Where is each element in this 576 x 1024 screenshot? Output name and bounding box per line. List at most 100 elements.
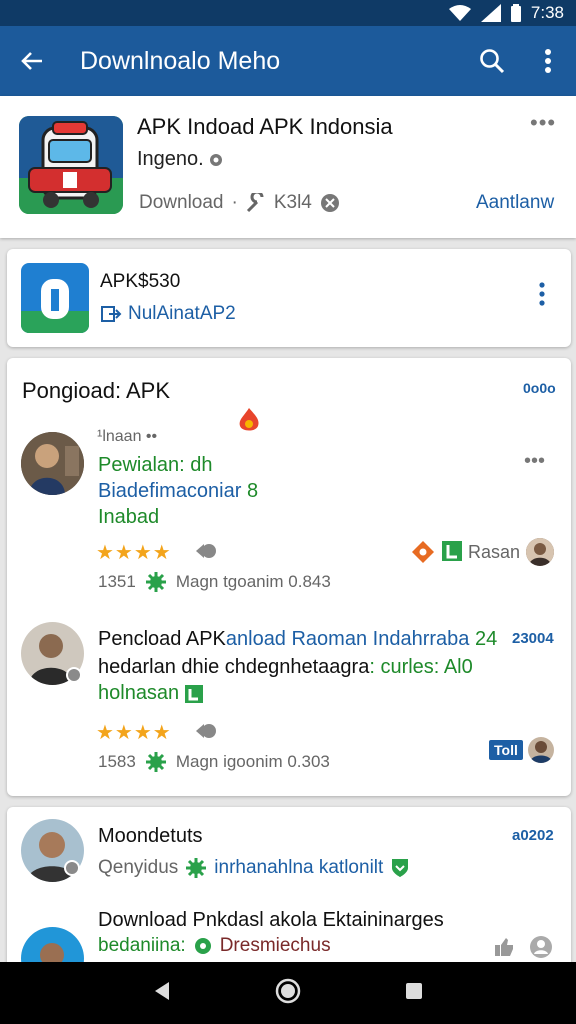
gear-green-icon xyxy=(186,858,207,878)
review2-badge[interactable]: Toll xyxy=(489,740,523,760)
nav-back-button[interactable] xyxy=(152,981,172,1006)
search-icon xyxy=(480,49,505,74)
review2-line-3: holnasan xyxy=(98,682,204,705)
app-bar: Downlnoalo Meho xyxy=(0,26,576,96)
list-item-sub-blue[interactable]: inrhanahlna katlonilt xyxy=(214,857,383,879)
download-label: Download xyxy=(139,192,224,213)
nav-back-icon xyxy=(154,981,169,1000)
app-subtitle: Ingeno. xyxy=(137,148,223,171)
review2-corner: 23004 xyxy=(512,630,554,647)
review-item[interactable]: ¹lnaan •• Pewialan: dh Biadefimaconiar 8… xyxy=(7,424,571,604)
review-author: ¹lnaan •• xyxy=(97,428,158,445)
app-subtitle-text: Ingeno. xyxy=(137,148,210,170)
list-item-sub-green: bedaniina: xyxy=(98,935,186,956)
list-item-sub-gray: Qenyidus xyxy=(98,857,179,878)
nav-home-icon xyxy=(275,978,301,1003)
review-line-1: Pewialan: dh xyxy=(98,454,213,476)
link-icon xyxy=(100,304,122,324)
app-card-2[interactable]: APK$530 NulAinatAP2 xyxy=(7,249,571,347)
review2-line-2: hedarlan dhie chdegnhetaagra: curles: Al… xyxy=(98,656,473,679)
review2-line-1-black: Pencload APK xyxy=(98,628,226,650)
gear-green-icon xyxy=(194,937,212,955)
like-icon[interactable] xyxy=(194,720,218,747)
avatar xyxy=(21,432,84,495)
review-line-3: Inabad xyxy=(98,506,160,528)
status-bar: 7:38 xyxy=(0,0,576,26)
back-button[interactable] xyxy=(0,26,64,96)
more-vert-icon xyxy=(539,282,545,306)
app2-link-text: NulAinatAP2 xyxy=(128,303,236,324)
review-meta-text: Magn tgoanim 0.843 xyxy=(175,572,331,591)
gear-green-icon xyxy=(145,572,166,592)
page-title: Downlnoalo Meho xyxy=(80,46,281,75)
app2-link-row[interactable]: NulAinatAP2 xyxy=(100,303,236,325)
review2-line-1-blue: anload Raoman Indahrraba xyxy=(225,628,470,650)
account-icon[interactable] xyxy=(529,935,553,964)
list-item-sub-dark: Dresmiechus xyxy=(219,935,331,956)
review2-meta-text: Magn igoonim 0.303 xyxy=(175,752,330,771)
review-item[interactable]: Pencload APKanload Raoman Indahrraba 24 … xyxy=(7,616,571,786)
gear-green-icon xyxy=(145,752,166,772)
app2-more-button[interactable] xyxy=(539,282,545,311)
list-item-title: Download Pnkdasl akola Ektaininarges xyxy=(98,909,444,931)
verified-icon xyxy=(63,859,81,882)
wifi-icon xyxy=(448,4,471,22)
section-corner-label: 0o0o xyxy=(523,380,556,396)
review2-line-1-green: 24 xyxy=(474,628,498,650)
rating-stars: ★★★★ xyxy=(96,542,172,564)
wrench-icon xyxy=(246,193,266,213)
review-line-2-text: Biadefimaconiar xyxy=(98,480,242,502)
search-button[interactable] xyxy=(464,26,520,96)
battery-icon xyxy=(510,4,521,22)
review-line-2-mark: 8 xyxy=(246,480,259,502)
list-item-subtitle: Qenyidus inrhanahlna katlonilt xyxy=(98,857,409,879)
review-right-label: Rasan xyxy=(468,542,521,562)
meta-separator: · xyxy=(231,192,238,213)
review-line-2: Biadefimaconiar 8 xyxy=(98,480,258,503)
like-icon[interactable] xyxy=(194,540,218,567)
app2-icon xyxy=(21,263,89,333)
header-more-button[interactable]: ••• xyxy=(530,110,556,136)
review2-line-2-black: hedarlan dhie chdegnhetaagra xyxy=(98,656,370,678)
header-action-link[interactable]: Aantlanw xyxy=(476,192,554,214)
more-vert-icon xyxy=(545,49,551,73)
info-icon xyxy=(209,153,223,167)
play-badge-icon xyxy=(442,541,462,566)
shield-icon xyxy=(391,858,409,878)
small-avatar xyxy=(528,737,554,763)
diamond-icon xyxy=(412,541,434,568)
nav-recents-button[interactable] xyxy=(404,981,424,1006)
section-title: Pongioad: APK xyxy=(22,378,171,403)
verified-icon xyxy=(65,666,83,689)
bottom-corner-label: a0202 xyxy=(512,827,554,844)
list-item-subtitle: bedaniina: Dresmiechus xyxy=(98,935,331,957)
nav-recents-icon xyxy=(406,982,423,999)
review2-line-2-green: : curles: Al0 xyxy=(369,656,473,678)
review-meta: 1583 Magn igoonim 0.303 xyxy=(98,752,330,772)
back-arrow-icon xyxy=(21,52,42,70)
app-meta-row: Download · K3l4 xyxy=(139,192,340,214)
list-item-title: Moondetuts xyxy=(98,825,203,847)
badge-icon xyxy=(320,193,340,213)
app-header-card[interactable]: APK Indoad APK Indonsia Ingeno. Download… xyxy=(0,96,576,238)
review2-line-1: Pencload APKanload Raoman Indahrraba 24 xyxy=(98,628,497,651)
app-size: K3l4 xyxy=(273,192,312,213)
review-meta: 1351 Magn tgoanim 0.843 xyxy=(98,572,331,592)
review-meta-count: 1351 xyxy=(98,572,136,591)
bottom-list-card: Moondetuts a0202 Qenyidus inrhanahlna ka… xyxy=(7,807,571,990)
clock: 7:38 xyxy=(530,3,564,22)
review2-meta-count: 1583 xyxy=(98,752,136,771)
system-nav-bar xyxy=(0,962,576,1024)
thumb-icon[interactable] xyxy=(493,937,515,962)
overflow-menu-button[interactable] xyxy=(520,26,576,96)
rating-stars: ★★★★ xyxy=(96,722,172,744)
app2-name: APK$530 xyxy=(100,271,181,292)
app-name: APK Indoad APK Indonsia xyxy=(137,114,393,139)
review2-line-3-text: holnasan xyxy=(98,682,180,704)
review-more-button[interactable]: ••• xyxy=(524,450,545,473)
signal-icon xyxy=(480,4,501,22)
small-avatar xyxy=(526,538,554,566)
play-badge-icon xyxy=(185,684,204,703)
nav-home-button[interactable] xyxy=(275,978,301,1009)
reviews-card: Pongioad: APK 0o0o ¹lnaan •• Pewialan: d… xyxy=(7,358,571,796)
